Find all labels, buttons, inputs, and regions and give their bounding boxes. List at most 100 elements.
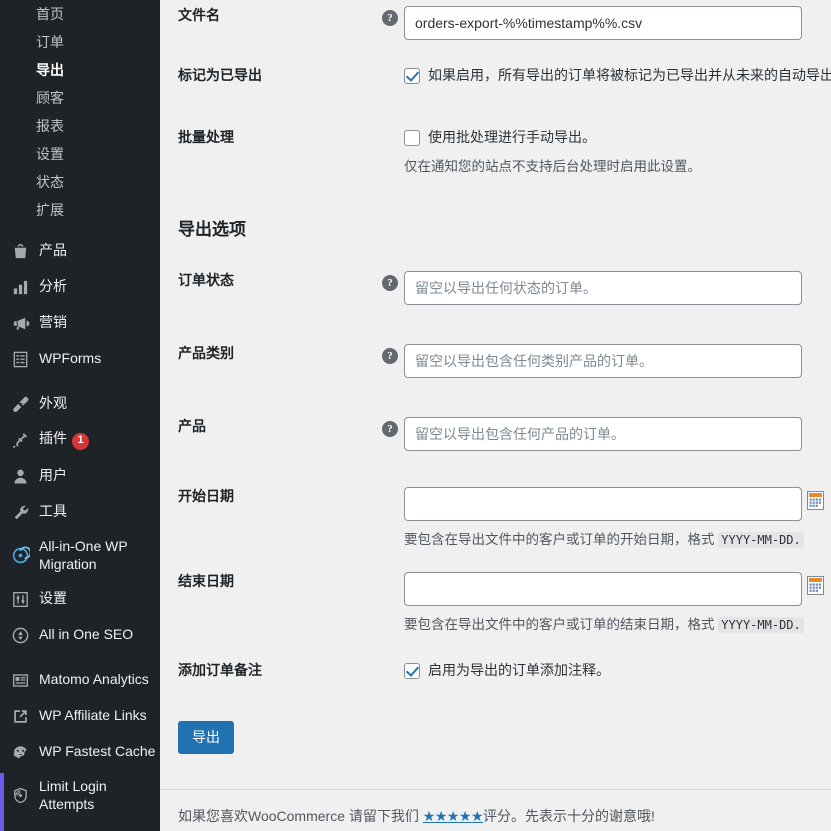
menu-item-label: 用户 <box>39 467 67 484</box>
end-date-input[interactable] <box>404 572 802 606</box>
end-date-format-code: YYYY-MM-DD. <box>718 617 804 633</box>
product-help[interactable]: ? <box>382 417 404 437</box>
product-category-label: 产品类别 <box>178 345 234 361</box>
menu-item-matomo-analytics[interactable]: Matomo Analytics <box>0 662 160 698</box>
mark-exported-help-spacer <box>382 66 404 68</box>
submenu-item-label: 扩展 <box>36 202 64 218</box>
start-date-help-spacer <box>382 487 404 489</box>
submenu-item-label: 报表 <box>36 118 64 134</box>
products-icon <box>10 241 30 261</box>
product-category-help[interactable]: ? <box>382 344 404 364</box>
menu-item-all-in-one-seo[interactable]: All in One SEO <box>0 617 160 653</box>
submenu-item-1[interactable]: 订单 <box>0 28 160 56</box>
start-date-hint-text: 要包含在导出文件中的客户或订单的开始日期，格式 <box>404 532 715 547</box>
mark-exported-label: 标记为已导出 <box>178 67 262 83</box>
submenu-item-label: 设置 <box>36 146 64 162</box>
help-icon[interactable]: ? <box>382 348 398 364</box>
submenu-item-0[interactable]: 首页 <box>0 0 160 28</box>
menu-item-label: 工具 <box>39 503 67 520</box>
batch-checkbox-row[interactable]: 使用批处理进行手动导出。 <box>404 128 827 148</box>
row-batch-processing: 批量处理 使用批处理进行手动导出。 仅在通知您的站点不支持后台处理时启用此设置。 <box>160 128 831 177</box>
menu-item-label: Limit Login Attempts <box>39 778 107 812</box>
menu-item-all-in-one-wp-migration[interactable]: All-in-One WP Migration <box>0 530 160 581</box>
menu-item-分析[interactable]: 分析 <box>0 269 160 305</box>
menu-item-外观[interactable]: 外观 <box>0 386 160 422</box>
order-note-checkbox[interactable] <box>404 663 420 679</box>
menu-item-营销[interactable]: 营销 <box>0 305 160 341</box>
menu-item-工具[interactable]: 工具 <box>0 494 160 530</box>
export-settings-form: 文件名 ? 标记为已导出 如果启用，所有导出的订单将被标记为已导出并从未来的自动… <box>160 0 831 831</box>
menu-item-label: 外观 <box>39 395 67 412</box>
menu-item-设置[interactable]: 设置 <box>0 581 160 617</box>
product-label: 产品 <box>178 418 206 434</box>
menu-separator <box>0 224 160 233</box>
menu-item-label: All in One SEO <box>39 626 134 643</box>
menu-item-wp-affiliate-links[interactable]: WP Affiliate Links <box>0 698 160 734</box>
shield-radar-icon <box>10 786 30 806</box>
menu-item-产品[interactable]: 产品 <box>0 233 160 269</box>
end-date-hint: 要包含在导出文件中的客户或订单的结束日期，格式 YYYY-MM-DD. <box>404 615 827 635</box>
row-start-date: 开始日期 要包含在导出文件中的客户或订单的开始日期，格式 YYYY-MM-DD. <box>160 487 831 550</box>
cheetah-icon <box>10 742 30 762</box>
filename-help[interactable]: ? <box>382 6 404 26</box>
menu-item-label: WP Affiliate Links <box>39 707 147 724</box>
submenu-item-7[interactable]: 扩展 <box>0 196 160 224</box>
product-input[interactable] <box>404 417 802 451</box>
menu-item-limit-login-attempts[interactable]: Limit Login Attempts <box>0 770 160 821</box>
order-status-label: 订单状态 <box>178 272 234 288</box>
row-product: 产品 ? <box>160 417 831 451</box>
submenu-item-5[interactable]: 设置 <box>0 140 160 168</box>
menu-item-插件[interactable]: 插件 1 <box>0 422 160 458</box>
plug-icon <box>10 430 30 450</box>
menu-item-label: 设置 <box>39 590 67 607</box>
batch-checkbox[interactable] <box>404 130 420 146</box>
wrench-icon <box>10 502 30 522</box>
calendar-icon[interactable] <box>807 576 824 595</box>
order-status-help[interactable]: ? <box>382 271 404 291</box>
rating-stars-link[interactable]: ★★★★★ <box>423 808 484 824</box>
submenu-item-4[interactable]: 报表 <box>0 112 160 140</box>
mark-exported-checkbox[interactable] <box>404 68 420 84</box>
calendar-icon[interactable] <box>807 491 824 510</box>
order-status-input[interactable] <box>404 271 802 305</box>
product-field <box>404 417 831 451</box>
end-date-hint-text: 要包含在导出文件中的客户或订单的结束日期，格式 <box>404 617 715 632</box>
order-note-checkbox-row[interactable]: 启用为导出的订单添加注释。 <box>404 661 827 681</box>
update-badge: 1 <box>72 432 89 450</box>
menu-item-用户[interactable]: 用户 <box>0 458 160 494</box>
filename-input[interactable] <box>404 6 802 40</box>
product-category-input[interactable] <box>404 344 802 378</box>
menu-item-wpforms[interactable]: WPForms <box>0 341 160 377</box>
row-order-status: 订单状态 ? <box>160 271 831 305</box>
menu-item-label: 营销 <box>39 314 67 331</box>
external-link-icon <box>10 706 30 726</box>
help-icon[interactable]: ? <box>382 421 398 437</box>
menu-item-label: 产品 <box>39 242 67 259</box>
order-note-field: 启用为导出的订单添加注释。 <box>404 661 831 681</box>
submenu-item-3[interactable]: 顾客 <box>0 84 160 112</box>
end-date-help-spacer <box>382 572 404 574</box>
mark-exported-text: 如果启用，所有导出的订单将被标记为已导出并从未来的自动导出中排除。 <box>428 67 831 83</box>
end-date-wrap <box>404 572 824 606</box>
submenu-item-2[interactable]: 导出 <box>0 56 160 84</box>
matomo-icon <box>10 670 30 690</box>
row-product-category: 产品类别 ? <box>160 344 831 378</box>
mark-exported-checkbox-row[interactable]: 如果启用，所有导出的订单将被标记为已导出并从未来的自动导出中排除。 <box>404 66 831 86</box>
row-order-note: 添加订单备注 启用为导出的订单添加注释。 <box>160 661 831 681</box>
menu-item-label: 分析 <box>39 278 67 295</box>
menu-item-wp-fastest-cache[interactable]: WP Fastest Cache <box>0 734 160 770</box>
paintbrush-icon <box>10 394 30 414</box>
start-date-input[interactable] <box>404 487 802 521</box>
submenu-item-6[interactable]: 状态 <box>0 168 160 196</box>
user-icon <box>10 466 30 486</box>
megaphone-icon <box>10 313 30 333</box>
menu-separator <box>0 377 160 386</box>
batch-hint: 仅在通知您的站点不支持后台处理时启用此设置。 <box>404 158 701 174</box>
row-filename: 文件名 ? <box>160 6 831 40</box>
help-icon[interactable]: ? <box>382 275 398 291</box>
export-button[interactable]: 导出 <box>178 721 234 755</box>
start-date-field: 要包含在导出文件中的客户或订单的开始日期，格式 YYYY-MM-DD. <box>404 487 831 550</box>
help-icon[interactable]: ? <box>382 10 398 26</box>
filename-label: 文件名 <box>178 7 220 23</box>
batch-text: 使用批处理进行手动导出。 <box>428 129 596 145</box>
